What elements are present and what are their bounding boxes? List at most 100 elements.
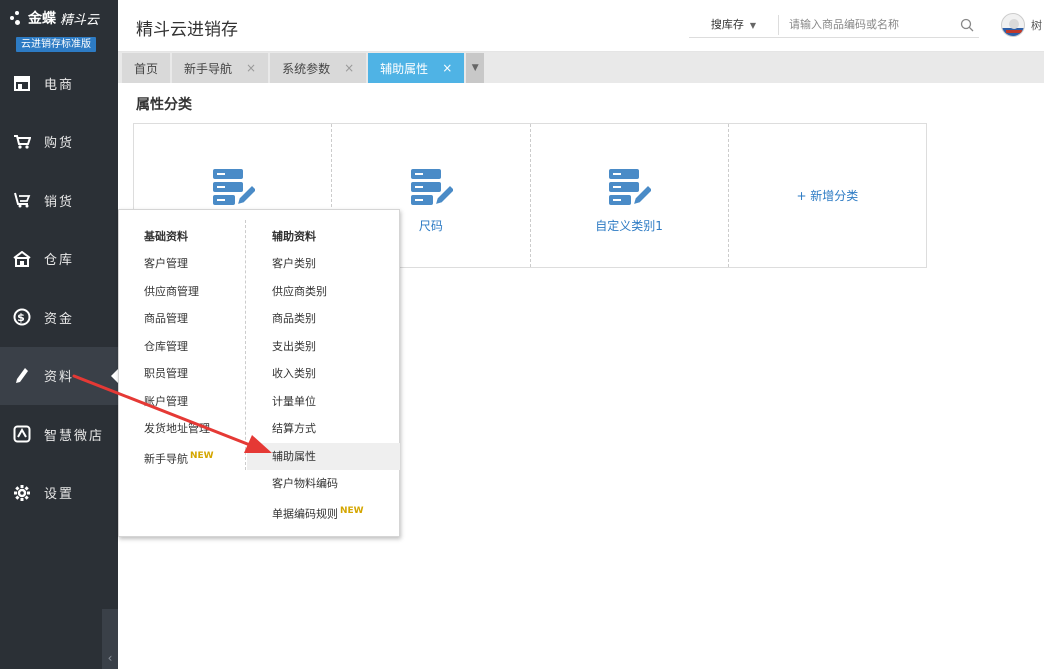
search-icon[interactable] (955, 15, 979, 35)
search-input[interactable] (779, 18, 955, 31)
right-item-3[interactable]: 支出类别 (247, 333, 400, 361)
right-item-8[interactable]: 客户物料编码 (247, 470, 400, 498)
sidebar-item-0[interactable]: 电商 (0, 54, 118, 113)
search-scope-select[interactable]: 搜库存 ▼ (689, 14, 779, 35)
logo[interactable]: 金蝶 精斗云 (10, 8, 118, 28)
left-item-0[interactable]: 客户管理 (119, 250, 245, 278)
right-item-2[interactable]: 商品类别 (247, 305, 400, 333)
svg-text:$: $ (17, 311, 27, 324)
sidebar-item-1[interactable]: 购货 (0, 113, 118, 172)
user-name-label[interactable]: 树 (1031, 17, 1042, 33)
menu-item-label: 客户管理 (144, 257, 188, 270)
search-scope-label: 搜库存 (710, 17, 744, 31)
search-box: 搜库存 ▼ (689, 12, 979, 38)
right-item-7[interactable]: 辅助属性 (247, 442, 400, 470)
header: 精斗云进销存 搜库存 ▼ 树 (118, 0, 1044, 52)
menu-basic-column: 基础资料 客户管理供应商管理商品管理仓库管理职员管理账户管理发货地址管理新手导航… (119, 220, 246, 470)
collapse-sidebar-button[interactable]: ‹ (102, 609, 118, 669)
page-title: 属性分类 (136, 97, 192, 113)
tab-0[interactable]: 首页 (122, 53, 171, 83)
sidebar-item-label: 销货 (44, 194, 75, 210)
warehouse-icon (12, 249, 32, 269)
right-item-6[interactable]: 结算方式 (247, 415, 400, 443)
sidebar-item-4[interactable]: $ 资金 (0, 288, 118, 347)
tab-label: 系统参数 (282, 61, 331, 76)
right-item-0[interactable]: 客户类别 (247, 250, 400, 278)
tab-label: 新手导航 (184, 61, 233, 76)
menu-item-label: 发货地址管理 (144, 422, 210, 435)
attribute-list-icon (409, 167, 456, 211)
left-item-4[interactable]: 职员管理 (119, 360, 245, 388)
left-item-5[interactable]: 账户管理 (119, 388, 245, 416)
sidebar-nav: 电商购货销货仓库 $ 资金资料智慧微店设置 (0, 54, 118, 522)
dollar-icon: $ (12, 307, 32, 327)
menu-item-label: 单据编码规则 (272, 507, 338, 521)
menu-auxiliary-column: 辅助资料 客户类别供应商类别商品类别支出类别收入类别计量单位结算方式辅助属性客户… (247, 210, 400, 525)
store-icon (12, 73, 32, 93)
tab-3[interactable]: 辅助属性 × (368, 53, 465, 83)
logo-text: 金蝶 (28, 11, 56, 27)
menu-item-label: 支出类别 (272, 339, 316, 353)
sales-cart-icon (12, 190, 32, 210)
menu-item-label: 供应商类别 (272, 284, 327, 298)
pencil-icon (12, 366, 32, 386)
category-label: 尺码 (418, 219, 443, 233)
sidebar-item-5[interactable]: 资料 (0, 346, 118, 405)
left-item-6[interactable]: 发货地址管理 (119, 415, 245, 443)
caret-down-icon: ▼ (749, 20, 757, 30)
menu-item-label: 计量单位 (272, 394, 316, 408)
menu-auxiliary-heading: 辅助资料 (272, 230, 316, 243)
right-item-1[interactable]: 供应商类别 (247, 278, 400, 306)
menu-item-label: 仓库管理 (144, 339, 188, 353)
shop-icon (12, 424, 32, 444)
tab-2[interactable]: 系统参数 × (270, 53, 367, 83)
tab-bar: 首页 新手导航 × 系统参数 × 辅助属性 × ▼ (118, 52, 1044, 83)
logo-dots-icon (10, 11, 24, 25)
sidebar-item-label: 智慧微店 (44, 428, 105, 444)
left-item-1[interactable]: 供应商管理 (119, 278, 245, 306)
tab-label: 首页 (134, 61, 159, 76)
category-card-2[interactable]: 自定义类别1 (531, 124, 729, 267)
add-category-button[interactable]: + 新增分类 (796, 187, 858, 204)
close-icon[interactable]: × (246, 61, 256, 75)
menu-item-label: 账户管理 (144, 394, 188, 408)
sidebar-item-label: 设置 (44, 487, 75, 503)
left-item-7[interactable]: 新手导航 NEW (119, 443, 245, 471)
sidebar-item-label: 资料 (44, 370, 75, 386)
sidebar-item-6[interactable]: 智慧微店 (0, 405, 118, 464)
menu-item-label: 辅助属性 (272, 449, 316, 463)
menu-item-label: 职员管理 (144, 367, 188, 380)
menu-item-label: 收入类别 (272, 367, 316, 380)
menu-item-label: 结算方式 (272, 422, 316, 435)
avatar[interactable] (1001, 13, 1025, 37)
tab-overflow-dropdown-icon[interactable]: ▼ (466, 53, 485, 83)
sidebar: 金蝶 精斗云 云进销存标准版 电商购货销货仓库 $ 资金资料智慧微店设置 ‹ (0, 0, 118, 669)
menu-item-label: 商品管理 (144, 312, 188, 325)
menu-basic-heading: 基础资料 (144, 230, 188, 243)
attribute-list-icon (607, 167, 655, 211)
attribute-list-icon (211, 167, 258, 211)
sidebar-item-2[interactable]: 销货 (0, 171, 118, 230)
close-icon[interactable]: × (344, 61, 354, 75)
sidebar-item-label: 电商 (44, 77, 75, 93)
add-category-card[interactable]: + 新增分类 (729, 124, 926, 267)
right-item-5[interactable]: 计量单位 (247, 388, 400, 416)
sidebar-item-7[interactable]: 设置 (0, 464, 118, 523)
tab-1[interactable]: 新手导航 × (172, 53, 269, 83)
category-label: 自定义类别1 (595, 219, 663, 233)
left-item-3[interactable]: 仓库管理 (119, 333, 245, 361)
close-icon[interactable]: × (442, 61, 452, 75)
menu-item-label: 商品类别 (272, 312, 316, 325)
right-item-9[interactable]: 单据编码规则 NEW (247, 498, 400, 526)
edition-badge: 云进销存标准版 (16, 37, 96, 52)
left-item-2[interactable]: 商品管理 (119, 305, 245, 333)
logo-sub: 精斗云 (60, 12, 100, 28)
logo-area: 金蝶 精斗云 云进销存标准版 (0, 0, 118, 54)
new-badge: NEW (340, 505, 364, 516)
menu-item-label: 供应商管理 (144, 284, 199, 298)
sidebar-item-3[interactable]: 仓库 (0, 230, 118, 289)
tab-label: 辅助属性 (380, 61, 429, 76)
right-item-4[interactable]: 收入类别 (247, 360, 400, 388)
sidebar-item-label: 购货 (44, 136, 75, 152)
sidebar-item-label: 资金 (44, 311, 75, 327)
